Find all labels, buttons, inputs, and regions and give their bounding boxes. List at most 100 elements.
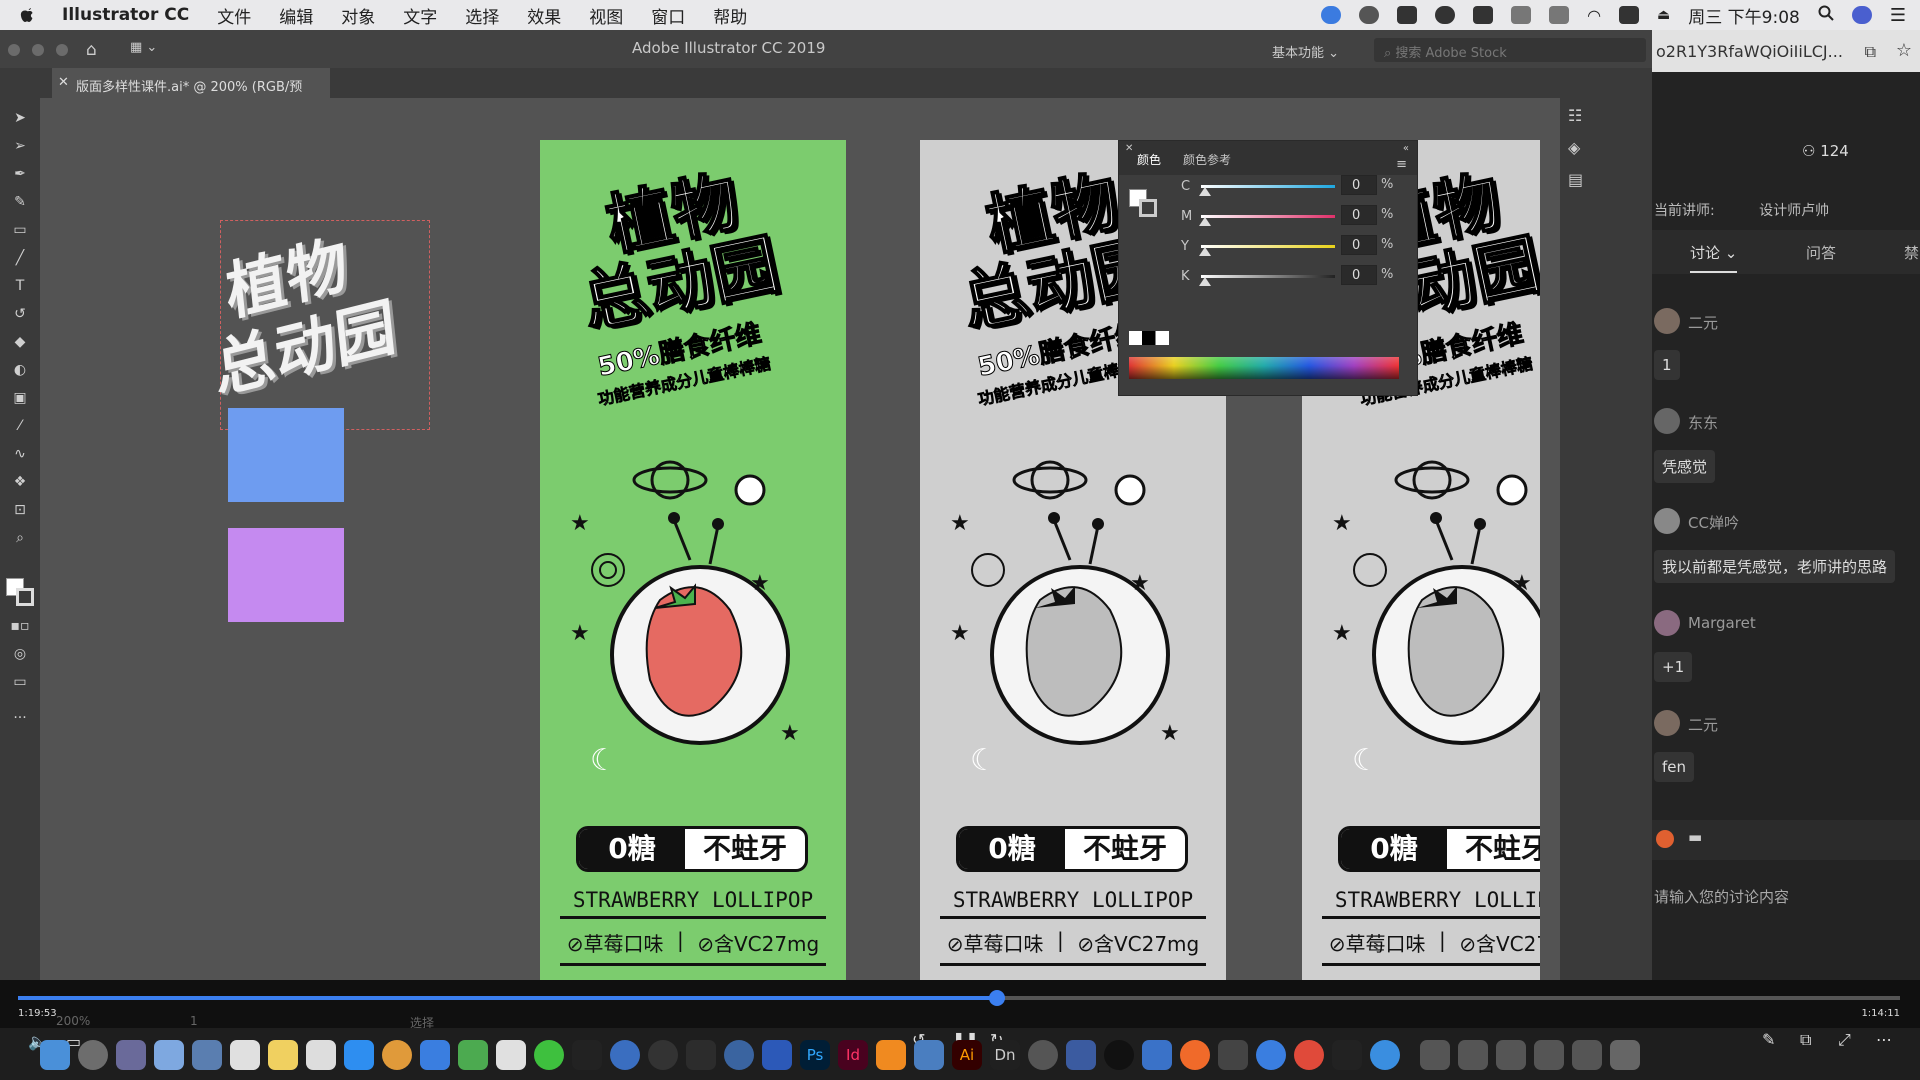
status-icon[interactable] (1359, 6, 1380, 24)
dimension-icon[interactable]: Dn (990, 1040, 1020, 1070)
menu-type[interactable]: 文字 (403, 3, 437, 28)
pip-icon[interactable]: ⧉ (1800, 1030, 1811, 1050)
terminal-icon[interactable] (1332, 1040, 1362, 1070)
screen-mode-icon[interactable]: ▭ (10, 674, 30, 692)
type-tool-icon[interactable]: T (10, 278, 30, 296)
tab-discussion[interactable]: 讨论 ⌄ (1690, 242, 1738, 273)
close-tab-icon[interactable]: ✕ (58, 75, 69, 90)
app-icon[interactable] (1180, 1040, 1210, 1070)
purple-swatch-rect[interactable] (228, 528, 344, 622)
indesign-icon[interactable]: Id (838, 1040, 868, 1070)
app-icon[interactable] (724, 1040, 754, 1070)
textedit-icon[interactable] (496, 1040, 526, 1070)
pen-tool-icon[interactable]: ✒ (10, 166, 30, 184)
notification-center-icon[interactable]: ☰ (1890, 5, 1906, 26)
apple-icon[interactable] (14, 0, 40, 30)
app-icon[interactable] (762, 1040, 792, 1070)
apple-tv-icon[interactable] (1104, 1040, 1134, 1070)
brush-tool-icon[interactable]: ╱ (10, 250, 30, 268)
curvature-tool-icon[interactable]: ✎ (10, 194, 30, 212)
tab-ban[interactable]: 禁 (1904, 242, 1919, 263)
clock[interactable]: 周三 下午9:08 (1688, 3, 1800, 28)
sketch-icon[interactable] (876, 1040, 906, 1070)
progress-bar[interactable] (18, 996, 997, 1000)
photoshop-icon[interactable]: Ps (800, 1040, 830, 1070)
symbol-sprayer-tool-icon[interactable]: ❖ (10, 474, 30, 492)
spotlight-search-icon[interactable] (1818, 5, 1834, 26)
draw-mode-icon[interactable]: ◎ (10, 646, 30, 664)
app-icon[interactable] (914, 1040, 944, 1070)
app-icon[interactable] (1066, 1040, 1096, 1070)
document-tab[interactable]: ✕ 版面多样性课件.ai* @ 200% (RGB/预览) (52, 68, 330, 114)
channel-slider[interactable] (1201, 215, 1335, 218)
display-icon[interactable] (1511, 6, 1532, 24)
menu-select[interactable]: 选择 (465, 3, 499, 28)
app-icon[interactable] (1142, 1040, 1172, 1070)
more-icon[interactable]: ⋯ (1876, 1030, 1892, 1049)
channel-slider[interactable] (1201, 185, 1335, 188)
slider-knob[interactable] (1199, 217, 1211, 226)
app-icon[interactable] (1218, 1040, 1248, 1070)
chrome-icon[interactable] (1294, 1040, 1324, 1070)
facetime-icon[interactable] (458, 1040, 488, 1070)
app-icon[interactable] (1534, 1040, 1564, 1070)
browser-address-bar[interactable]: o2R1Y3RfaWQiOiIiLCJ... ⧉ ☆ (1652, 30, 1920, 72)
layers-panel-icon[interactable]: ◈ (1568, 138, 1592, 160)
gradient-tool-icon[interactable]: ▣ (10, 390, 30, 408)
tab-color[interactable]: 颜色 (1137, 151, 1161, 168)
messages-icon[interactable] (420, 1040, 450, 1070)
menu-view[interactable]: 视图 (589, 3, 623, 28)
menu-help[interactable]: 帮助 (713, 3, 747, 28)
close-window-button[interactable] (8, 44, 20, 56)
reminders-icon[interactable] (306, 1040, 336, 1070)
arrange-documents-icon[interactable]: ▦ ⌄ (130, 40, 157, 55)
app-icon[interactable] (648, 1040, 678, 1070)
finder-icon[interactable] (40, 1040, 70, 1070)
status-icon[interactable] (1321, 6, 1342, 24)
panel-menu-icon[interactable]: ≡ (1396, 157, 1407, 172)
app-icon[interactable] (1496, 1040, 1526, 1070)
collapse-panel-icon[interactable]: « (1403, 143, 1409, 154)
notes-icon[interactable] (268, 1040, 298, 1070)
folder-icon[interactable] (1420, 1040, 1450, 1070)
home-icon[interactable]: ⌂ (86, 40, 97, 60)
channel-value-input[interactable]: 0 (1341, 235, 1377, 255)
menu-object[interactable]: 对象 (341, 3, 375, 28)
slider-knob[interactable] (1199, 247, 1211, 256)
music-icon[interactable] (1028, 1040, 1058, 1070)
qq-icon[interactable] (572, 1040, 602, 1070)
emoji-icon[interactable] (1656, 830, 1674, 848)
stock-search-input[interactable]: ⌕ 搜索 Adobe Stock (1374, 38, 1646, 62)
fullscreen-icon[interactable]: ⤢ (1838, 1030, 1851, 1050)
bookmark-star-icon[interactable]: ☆ (1896, 40, 1912, 61)
direct-selection-tool-icon[interactable]: ➢ (10, 138, 30, 156)
rotate-tool-icon[interactable]: ↺ (10, 306, 30, 324)
terminal-icon[interactable] (686, 1040, 716, 1070)
workspace-switcher[interactable]: 基本功能 ⌄ (1272, 42, 1339, 61)
zoom-window-button[interactable] (56, 44, 68, 56)
menu-edit[interactable]: 编辑 (279, 3, 313, 28)
artboard-number[interactable]: 1 (190, 1014, 198, 1028)
wechat-icon[interactable] (534, 1040, 564, 1070)
menu-effect[interactable]: 效果 (527, 3, 561, 28)
preview-icon[interactable] (192, 1040, 222, 1070)
app-icon[interactable] (154, 1040, 184, 1070)
none-black-white-swatches[interactable] (1129, 331, 1169, 345)
app-name[interactable]: Illustrator CC (62, 5, 189, 25)
zoom-tool-icon[interactable]: ⌕ (10, 530, 30, 548)
stroke-swatch[interactable] (16, 588, 34, 606)
downloads-icon[interactable] (1458, 1040, 1488, 1070)
shape-builder-tool-icon[interactable]: ◐ (10, 362, 30, 380)
photos-icon[interactable] (382, 1040, 412, 1070)
menu-file[interactable]: 文件 (217, 3, 251, 28)
slider-knob[interactable] (1199, 277, 1211, 286)
siri-icon[interactable] (1851, 6, 1872, 24)
channel-value-input[interactable]: 0 (1341, 205, 1377, 225)
wifi-icon[interactable]: ◠ (1587, 6, 1601, 25)
blue-swatch-rect[interactable] (228, 408, 344, 502)
chat-input[interactable]: 请输入您的讨论内容 (1654, 886, 1789, 907)
channel-slider[interactable] (1201, 275, 1335, 278)
progress-handle[interactable] (989, 990, 1005, 1006)
color-spectrum[interactable] (1129, 357, 1399, 379)
app-icon[interactable] (1370, 1040, 1400, 1070)
